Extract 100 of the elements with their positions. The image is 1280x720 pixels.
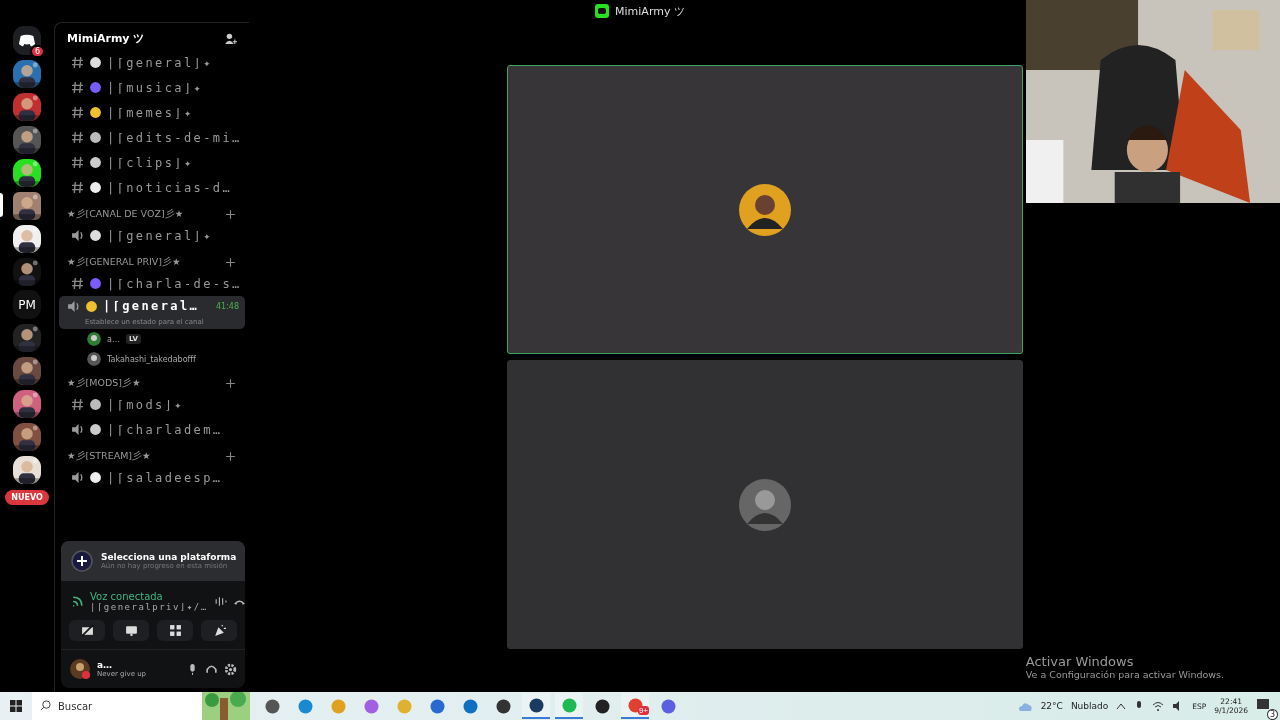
- app-icon: [660, 698, 676, 714]
- avatar-icon: [87, 352, 101, 366]
- channel-name: |⌈memes⌋✦: [107, 105, 194, 120]
- hash-icon: [71, 181, 84, 194]
- app-icon: [429, 698, 445, 714]
- activities-button[interactable]: [157, 620, 193, 641]
- video-tile[interactable]: [506, 360, 1023, 649]
- add-icon[interactable]: [224, 377, 237, 390]
- app-icon: [561, 697, 577, 713]
- avatar-icon: [87, 332, 101, 346]
- channel-item[interactable]: |⌈general⌋✦: [59, 223, 245, 248]
- screen-share-button[interactable]: [113, 620, 149, 641]
- server-icon[interactable]: PM: [13, 290, 41, 319]
- category-name[interactable]: ★彡[MODS]彡★: [67, 377, 141, 390]
- activation-title: Activar Windows: [1025, 654, 1135, 669]
- voice-status[interactable]: Voz conectada: [90, 591, 208, 602]
- notification-count: 3: [1266, 709, 1278, 720]
- notification-icon[interactable]: [1256, 698, 1270, 712]
- hash-icon: [71, 131, 84, 144]
- hash-icon: [71, 277, 84, 290]
- speaker-icon: [67, 299, 80, 313]
- window-title: MimiArmy ツ: [615, 3, 685, 19]
- channel-item[interactable]: |⌈charla-de-s…: [59, 271, 245, 296]
- member-name[interactable]: a…: [107, 334, 120, 344]
- camera-button[interactable]: [69, 620, 105, 641]
- emoji-icon: [89, 81, 102, 94]
- add-member-icon[interactable]: [224, 32, 237, 45]
- emoji-icon: [89, 106, 102, 119]
- channel-name: |⌈musica⌋✦: [107, 80, 204, 95]
- channel-item[interactable]: |⌈charladem…: [59, 417, 245, 442]
- app-logo-icon: [595, 4, 610, 18]
- quest-title: Selecciona una plataforma: [101, 552, 237, 562]
- category-name[interactable]: ★彡[CANAL DE VOZ]彡★: [67, 208, 184, 221]
- hash-icon: [71, 156, 84, 169]
- emoji-icon: [89, 423, 102, 436]
- category-name[interactable]: ★彡[STREAM]彡★: [67, 450, 151, 463]
- temperature: 22°C: [1040, 701, 1063, 711]
- channel-name: |⌈general⌋✦: [107, 55, 213, 70]
- channel-item[interactable]: |⌈general⌋✦: [59, 50, 245, 75]
- channel-item[interactable]: |⌈noticias-d…: [59, 175, 245, 200]
- cloud-icon: [1016, 700, 1033, 712]
- app-icon: [330, 698, 346, 714]
- soundwave-icon[interactable]: [213, 595, 227, 608]
- new-badge[interactable]: NUEVO: [5, 490, 49, 505]
- channel-name: |⌈mods⌋✦: [107, 397, 184, 412]
- settings-icon[interactable]: [224, 662, 237, 676]
- speaker-icon: [71, 423, 84, 436]
- add-icon[interactable]: [224, 450, 237, 463]
- monitor-icon: [124, 624, 138, 637]
- app-icon: [594, 698, 610, 714]
- taskbar-app[interactable]: 9+: [621, 693, 649, 719]
- channel-name: |⌈clips⌋✦: [107, 155, 194, 170]
- emoji-icon: [85, 299, 98, 313]
- weather-condition: Nublado: [1070, 701, 1109, 711]
- emoji-icon: [89, 229, 102, 242]
- channel-name: |⌈charladem…: [107, 422, 223, 437]
- app-icon: [297, 698, 313, 714]
- signal-icon: [71, 595, 84, 608]
- wifi-icon[interactable]: [1152, 700, 1165, 712]
- emoji-icon: [89, 56, 102, 69]
- app-icon: [264, 698, 280, 714]
- add-icon[interactable]: [224, 256, 237, 269]
- channel-item[interactable]: |⌈mods⌋✦: [59, 392, 245, 417]
- soundboard-button[interactable]: [201, 620, 237, 641]
- channel-name: |⌈charla-de-s…: [107, 276, 242, 291]
- channel-item[interactable]: |⌈clips⌋✦: [59, 150, 245, 175]
- user-name: a…: [97, 660, 114, 670]
- search-field[interactable]: Buscar: [32, 692, 202, 720]
- speaker-icon: [71, 229, 84, 242]
- channel-item[interactable]: |⌈memes⌋✦: [59, 100, 245, 125]
- party-icon: [212, 624, 226, 637]
- channel-item[interactable]: |⌈edits-de-mi…: [59, 125, 245, 150]
- taskbar-app[interactable]: [522, 693, 550, 719]
- server-name[interactable]: MimiArmy ツ: [67, 31, 145, 46]
- emoji-icon: [89, 131, 102, 144]
- app-icon: [396, 698, 412, 714]
- chevron-up-icon[interactable]: [1116, 702, 1127, 710]
- speaker-icon: [71, 471, 84, 484]
- add-icon[interactable]: [224, 208, 237, 221]
- video-tile[interactable]: [506, 65, 1023, 354]
- home-button[interactable]: 6: [13, 26, 41, 55]
- hash-icon: [71, 106, 84, 119]
- emoji-icon: [89, 277, 102, 290]
- channel-name: |⌈edits-de-mi…: [107, 130, 242, 145]
- channel-item[interactable]: |⌈saladeesp…: [59, 465, 245, 490]
- emoji-icon: [89, 156, 102, 169]
- call-timer: 41:48: [215, 301, 239, 311]
- member-name[interactable]: Takahashi_takedabofff: [107, 354, 196, 364]
- avatar-icon[interactable]: [69, 658, 91, 680]
- headphones-icon[interactable]: [205, 662, 218, 676]
- category-name[interactable]: ★彡[GENERAL PRIV]彡★: [67, 256, 181, 269]
- start-icon[interactable]: [10, 700, 22, 712]
- app-badge: 9+: [637, 706, 649, 715]
- voice-channel: |⌈generalpriv⌋✦/…: [90, 602, 208, 612]
- emoji-icon: [89, 181, 102, 194]
- emoji-icon: [89, 398, 102, 411]
- app-icon: [363, 698, 379, 714]
- channel-name: |⌈saladeesp…: [107, 470, 223, 485]
- channel-item[interactable]: |⌈musica⌋✦: [59, 75, 245, 100]
- hash-icon: [71, 56, 84, 69]
